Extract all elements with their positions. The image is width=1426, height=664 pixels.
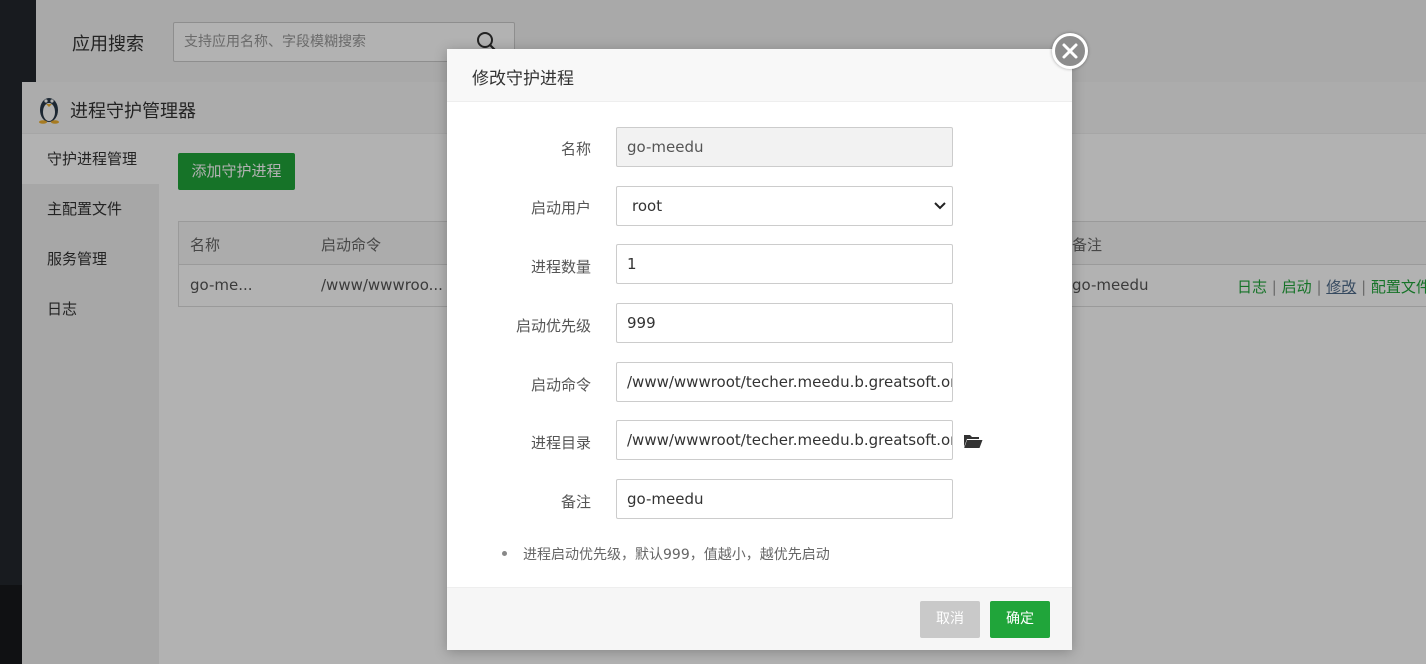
directory-field[interactable]: /www/wwwroot/techer.meedu.b.greatsoft.or… <box>616 420 953 460</box>
priority-field[interactable]: 999 <box>616 303 953 343</box>
directory-label: 进程目录 <box>530 434 591 452</box>
dialog-footer: 取消 确定 <box>447 587 1072 650</box>
chevron-down-icon <box>934 202 946 210</box>
close-dialog-button[interactable] <box>1052 33 1088 69</box>
command-field[interactable]: /www/wwwroot/techer.meedu.b.greatsoft.or… <box>616 362 953 402</box>
dialog-header: 修改守护进程 <box>447 49 1072 102</box>
count-label: 进程数量 <box>530 258 591 276</box>
command-label: 启动命令 <box>530 376 591 394</box>
edit-daemon-dialog: 修改守护进程 名称 go-meedu 启动用户 root 进程数量 1 启动优先… <box>447 49 1072 650</box>
dialog-title: 修改守护进程 <box>472 69 574 89</box>
remark-label: 备注 <box>560 493 591 511</box>
confirm-button[interactable]: 确定 <box>990 601 1050 638</box>
name-field[interactable]: go-meedu <box>616 127 953 167</box>
folder-open-icon[interactable] <box>963 433 983 449</box>
priority-tip: 进程启动优先级，默认999，值越小，越优先启动 <box>523 547 830 563</box>
name-label: 名称 <box>560 140 591 158</box>
user-label: 启动用户 <box>530 199 591 217</box>
user-select[interactable]: root <box>616 186 953 226</box>
priority-label: 启动优先级 <box>515 317 591 335</box>
close-icon <box>1062 43 1078 59</box>
cancel-button[interactable]: 取消 <box>920 601 980 638</box>
tip-bullet <box>502 551 507 556</box>
process-count-field[interactable]: 1 <box>616 244 953 284</box>
remark-field[interactable]: go-meedu <box>616 479 953 519</box>
